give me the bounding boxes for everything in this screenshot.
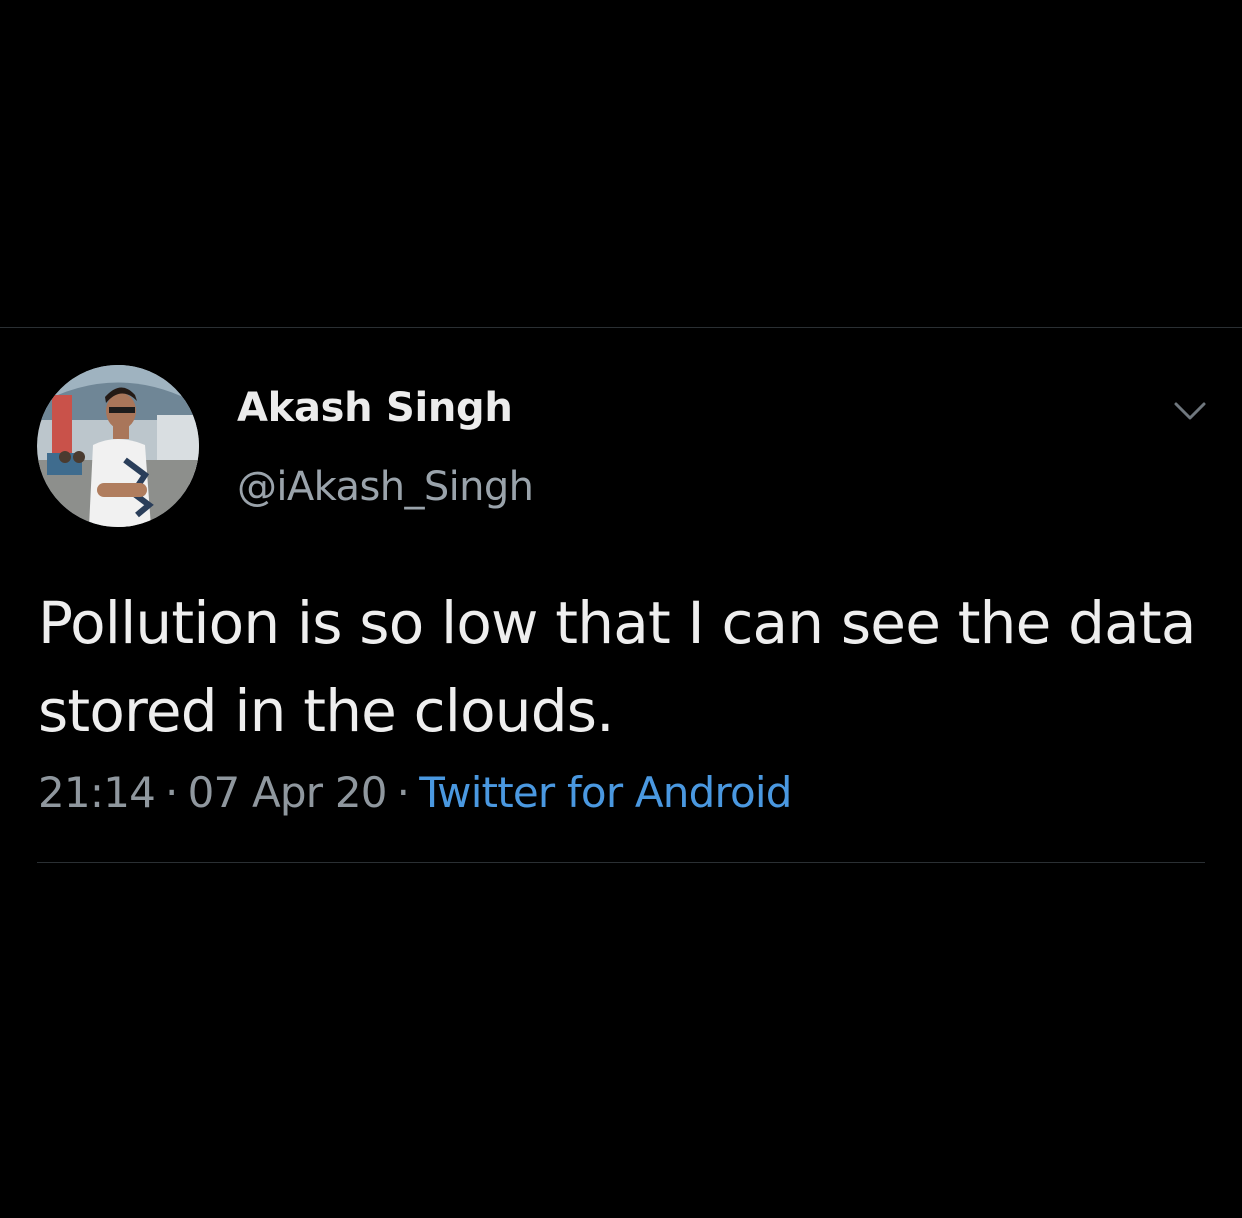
meta-separator: ·: [396, 768, 410, 817]
tweet-date[interactable]: 07 Apr 20: [188, 768, 388, 817]
tweet-source-link[interactable]: Twitter for Android: [419, 768, 792, 817]
chevron-down-icon-svg: [1174, 402, 1206, 420]
bottom-divider: [37, 862, 1205, 863]
author-handle[interactable]: @iAkash_Singh: [237, 464, 534, 510]
tweet-meta: 21:14 · 07 Apr 20 · Twitter for Android: [38, 768, 792, 817]
chevron-down-icon[interactable]: [1170, 396, 1210, 426]
avatar-photo: [37, 365, 199, 527]
author-display-name[interactable]: Akash Singh: [237, 385, 513, 431]
avatar[interactable]: [37, 365, 199, 527]
meta-separator: ·: [165, 768, 178, 817]
tweet-time[interactable]: 21:14: [38, 768, 156, 817]
tweet-text: Pollution is so low that I can see the d…: [38, 589, 1196, 745]
tweet-card[interactable]: Akash Singh @iAkash_Singh Pollution is s…: [0, 328, 1242, 862]
